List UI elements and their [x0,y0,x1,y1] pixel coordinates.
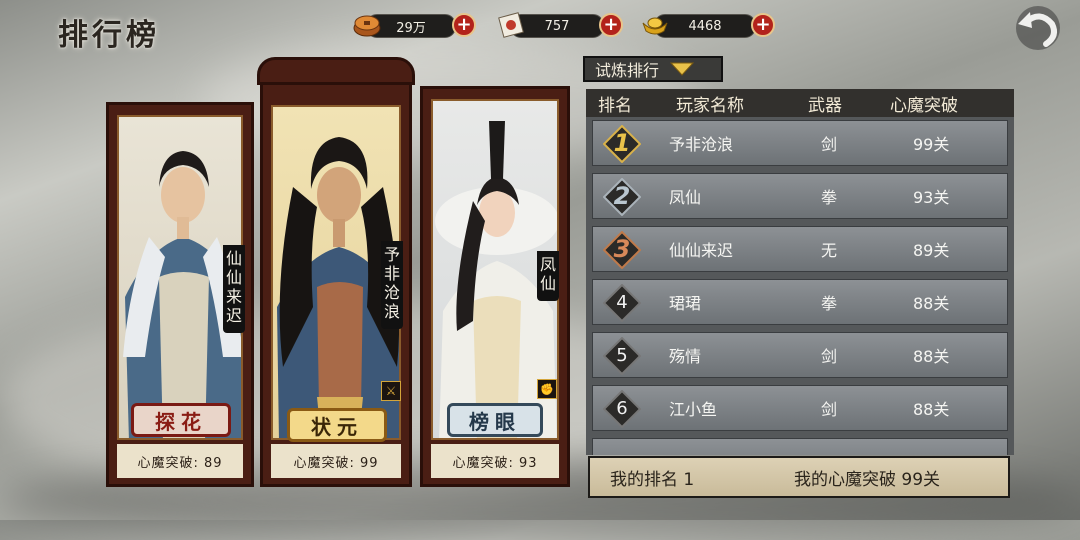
podium-score-second: 心魔突破: 93 [431,444,559,478]
header-weapon: 武器 [808,95,842,116]
podium-score-first: 心魔突破: 99 [271,444,401,478]
add-copper-button[interactable]: + [452,13,476,37]
row-rank: 4 [616,291,628,313]
podium-card-third[interactable]: 仙仙来迟 探花 心魔突破: 89 [106,102,254,487]
row-weapon: 拳 [821,188,838,207]
podium-title-first: 状元 [287,408,387,442]
header-rank: 排名 [598,95,632,116]
row-rank: 2 [613,182,631,210]
ranking-row[interactable]: 2 凤仙 拳 93关 [592,173,1008,219]
back-arrow-icon [1016,6,1060,50]
my-ranking-bar: 我的排名 1 我的心魔突破 99关 [588,456,1010,498]
podium-name-second: 凤仙 [537,251,559,301]
scroll-token-value: 757 [544,18,570,34]
row-stage: 89关 [913,241,950,260]
row-player-name: 仙仙来迟 [669,241,734,260]
copper-coin-value: 29万 [396,20,426,36]
row-rank: 3 [613,235,631,263]
copper-coin-icon [352,10,382,40]
header-stage: 心魔突破 [890,95,958,116]
ranking-row[interactable]: 4 珺珺 拳 88关 [592,279,1008,325]
row-rank: 1 [613,129,631,157]
row-stage: 88关 [913,294,950,313]
row-stage: 99关 [913,135,950,154]
my-stage-text: 我的心魔突破 99关 [794,469,941,490]
ranking-row-partial[interactable] [592,438,1008,455]
row-weapon: 拳 [821,294,838,313]
gold-ingot-icon [640,10,670,40]
add-scroll-button[interactable]: + [599,13,623,37]
row-player-name: 凤仙 [669,188,702,207]
scroll-token-icon [496,10,526,40]
ranking-category-dropdown[interactable]: 试炼排行 [583,56,723,82]
row-rank: 6 [616,397,628,419]
fist-badge-icon: ✊ [537,379,557,399]
podium-title-second: 榜眼 [447,403,543,437]
add-gold-button[interactable]: + [751,13,775,37]
podium-name-third: 仙仙来迟 [223,245,245,333]
podium-name-first: 予非沧浪 [381,241,403,329]
page-title: 排行榜 [58,18,160,53]
podium-card-first[interactable]: 予非沧浪 ⚔ 状元 心魔突破: 99 [257,57,415,487]
ranking-row[interactable]: 1 予非沧浪 剑 99关 [592,120,1008,166]
sword-badge-icon: ⚔ [381,381,401,401]
ranking-list[interactable]: 1 予非沧浪 剑 99关 2 凤仙 拳 93关 3 仙仙来迟 无 89关 4 珺… [586,117,1014,455]
header-player-name: 玩家名称 [676,95,744,116]
chevron-down-icon [669,62,695,76]
row-weapon: 剑 [821,400,838,419]
ranking-row[interactable]: 3 仙仙来迟 无 89关 [592,226,1008,272]
ranking-table-header: 排名 玩家名称 武器 心魔突破 [586,89,1014,117]
row-stage: 88关 [913,400,950,419]
gold-ingot-value: 4468 [688,18,722,34]
row-weapon: 剑 [821,347,838,366]
my-rank-text: 我的排名 1 [610,469,695,490]
podium-title-third: 探花 [131,403,231,437]
row-rank: 5 [616,344,628,366]
row-player-name: 殇情 [669,347,702,366]
ranking-row[interactable]: 5 殇情 剑 88关 [592,332,1008,378]
ranking-row[interactable]: 6 江小鱼 剑 88关 [592,385,1008,431]
podium-card-second[interactable]: 凤仙 ✊ 榜眼 心魔突破: 93 [420,86,570,487]
row-player-name: 予非沧浪 [669,135,734,154]
row-stage: 88关 [913,347,950,366]
ranking-category-label: 试炼排行 [595,61,660,80]
podium-score-third: 心魔突破: 89 [117,444,243,478]
row-player-name: 江小鱼 [669,400,718,419]
row-weapon: 剑 [821,135,838,154]
back-button[interactable] [1008,2,1066,52]
row-stage: 93关 [913,188,950,207]
row-weapon: 无 [821,241,838,260]
row-player-name: 珺珺 [669,294,702,313]
